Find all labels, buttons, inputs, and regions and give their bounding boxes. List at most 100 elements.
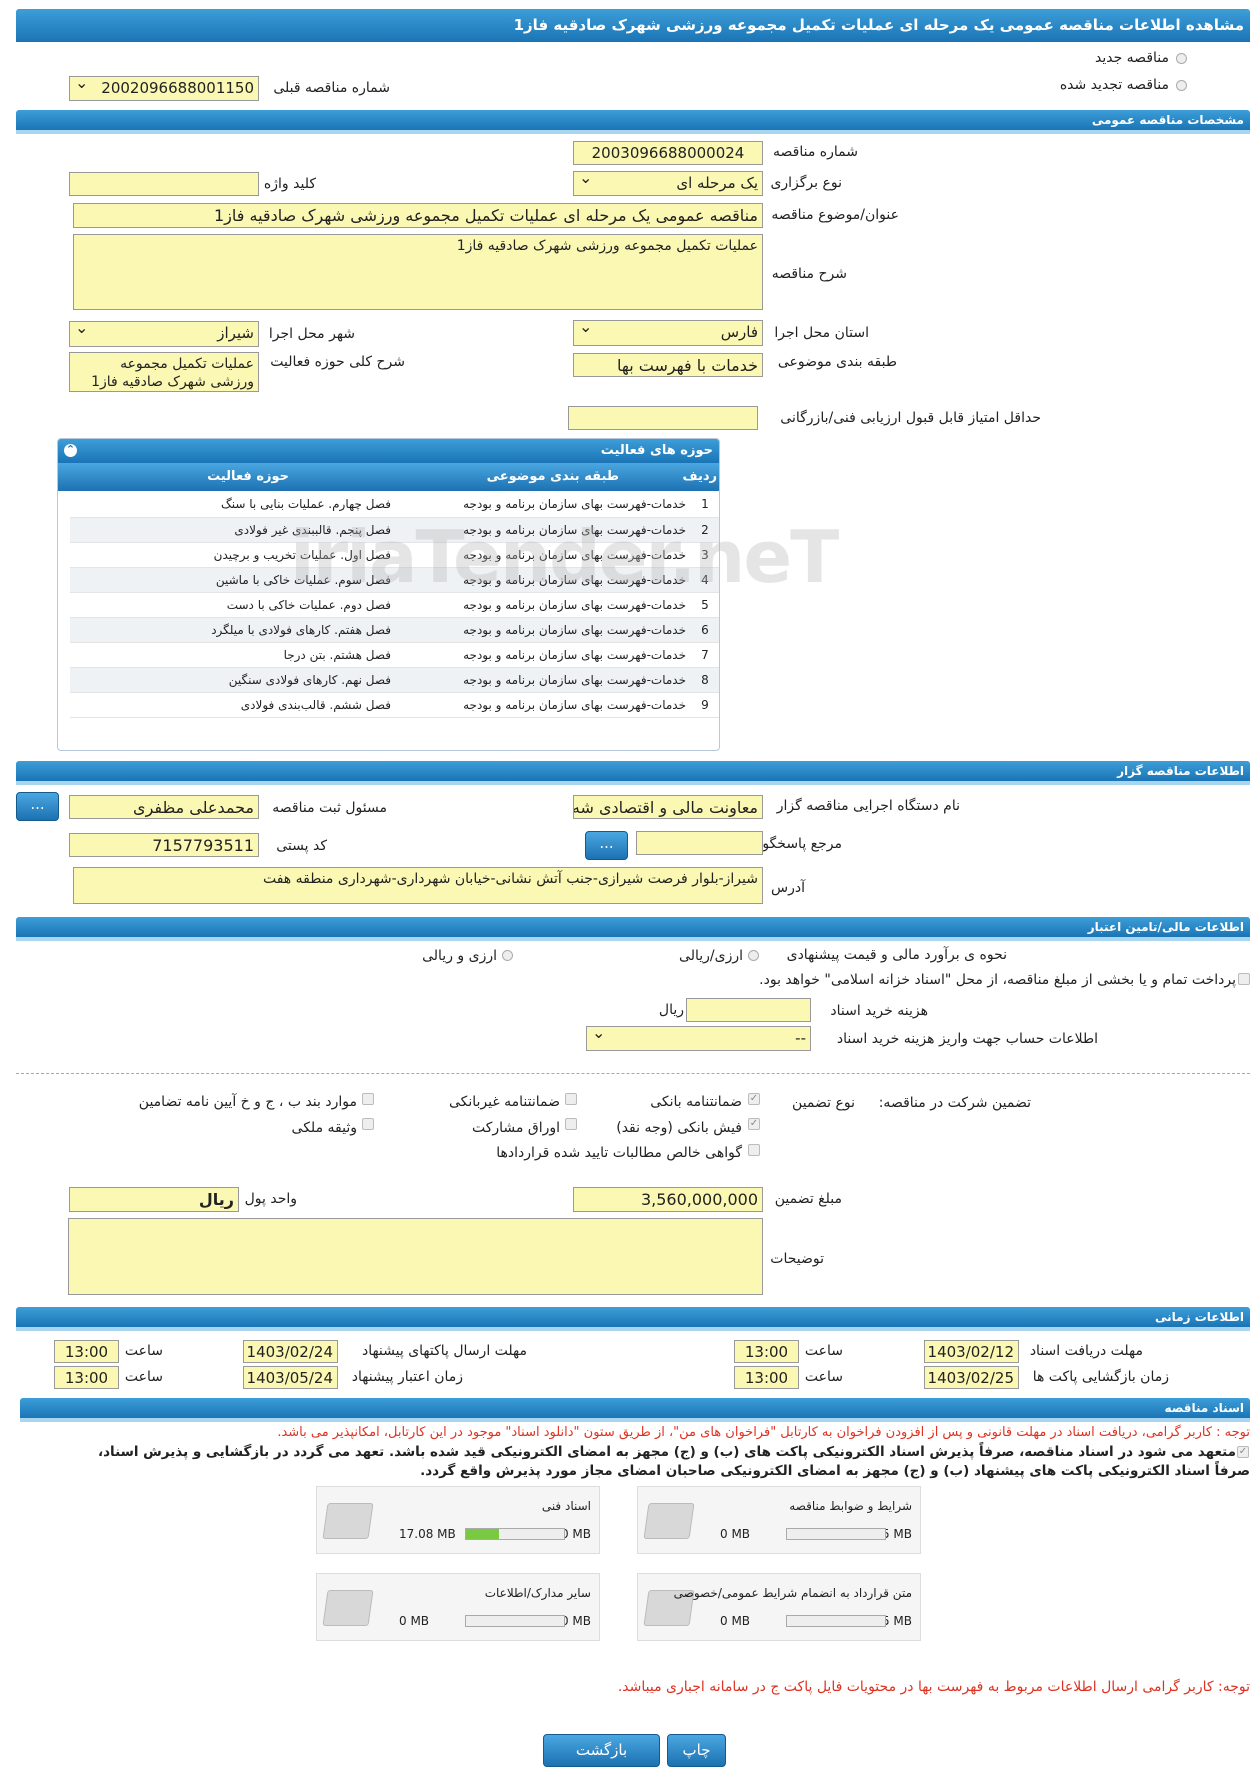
col-row-header[interactable]: ردیف [682, 469, 717, 484]
file-progress-bar [465, 1615, 565, 1627]
address-field[interactable]: شیراز-بلوار فرصت شیرازی-جنب آتش نشانی-خی… [73, 867, 763, 904]
submit-time-label: ساعت [124, 1343, 163, 1359]
row-activity: فصل پنجم. قالببندی غیر فولادی [70, 517, 395, 543]
commit-checkbox[interactable]: ✓ [1237, 1446, 1249, 1458]
document-file-card[interactable]: شرایط و ضوابط مناقصه 5 MB 0 MB [637, 1486, 921, 1554]
g-claims-label: گواهی خالص مطالبات تایید شده قراردادها [496, 1145, 742, 1161]
guarantee-type-label: نوع تضمین [792, 1095, 855, 1111]
account-select[interactable]: -- [586, 1026, 811, 1051]
g-property-checkbox[interactable] [362, 1118, 374, 1130]
keyword-field[interactable] [69, 172, 259, 196]
doc-receive-date[interactable]: 1403/02/12 [924, 1340, 1019, 1363]
row-activity: فصل هفتم. کارهای فولادی با میلگرد [70, 617, 395, 643]
g-claims-checkbox[interactable] [748, 1144, 760, 1156]
ref-more-button[interactable]: ... [585, 831, 628, 860]
min-score-field[interactable] [568, 406, 758, 430]
open-label: زمان بازگشایی پاکت ها [1032, 1369, 1169, 1385]
rial-radio[interactable] [748, 950, 759, 961]
submit-date[interactable]: 1403/02/24 [243, 1340, 338, 1363]
validity-date[interactable]: 1403/05/24 [243, 1366, 338, 1389]
currency-label: واحد پول [244, 1191, 297, 1207]
renewed-tender-radio[interactable] [1176, 80, 1187, 91]
document-file-card[interactable]: سایر مدارک/اطلاعات 50 MB 0 MB [316, 1573, 600, 1641]
category-label: طبقه بندی موضوعی [777, 354, 897, 370]
new-tender-label: مناقصه جدید [1094, 50, 1169, 66]
g-bylaw-label: موارد بند ب ، ج و خ آیین نامه تضامین [138, 1094, 357, 1110]
back-button[interactable]: بازگشت [543, 1734, 660, 1767]
general-section-header: مشخصات مناقصه عمومی [16, 110, 1250, 134]
city-select[interactable]: شیراز [69, 321, 259, 347]
table-row[interactable]: 1 خدمات-فهرست بهای سازمان برنامه و بودجه ف… [70, 492, 719, 518]
type-select[interactable]: یک مرحله ای [573, 171, 763, 196]
table-row[interactable]: 6 خدمات-فهرست بهای سازمان برنامه و بودجه ف… [70, 617, 719, 643]
table-row[interactable]: 5 خدمات-فهرست بهای سازمان برنامه و بودجه ف… [70, 592, 719, 618]
row-category: خدمات-فهرست بهای سازمان برنامه و بودجه [395, 692, 690, 718]
row-number: 6 [690, 617, 719, 643]
collapse-icon[interactable]: ⌃ [64, 444, 77, 457]
registrar-field[interactable]: محمدعلی مظفری [69, 795, 259, 819]
file-size: 0 MB [720, 1614, 751, 1628]
commit-line-1: متعهد می شود در اسناد مناقصه، صرفاً پذیر… [97, 1444, 1236, 1460]
row-number: 5 [690, 592, 719, 618]
open-date[interactable]: 1403/02/25 [924, 1366, 1019, 1389]
row-number: 7 [690, 642, 719, 668]
description-field[interactable]: عملیات تکمیل مجموعه ورزشی شهرک صادقیه فا… [73, 234, 763, 310]
g-bank-checkbox[interactable]: ✓ [748, 1093, 760, 1105]
table-row[interactable]: 9 خدمات-فهرست بهای سازمان برنامه و بودجه ف… [70, 692, 719, 718]
table-row[interactable]: 8 خدمات-فهرست بهای سازمان برنامه و بودجه ف… [70, 667, 719, 693]
table-row[interactable]: 4 خدمات-فهرست بهای سازمان برنامه و بودجه ف… [70, 567, 719, 593]
subject-field[interactable]: مناقصه عمومی یک مرحله ای عملیات تکمیل مج… [73, 203, 763, 228]
g-bonds-checkbox[interactable] [565, 1118, 577, 1130]
postal-field[interactable]: 7157793511 [69, 833, 259, 857]
g-nonbank-checkbox[interactable] [565, 1093, 577, 1105]
document-file-card[interactable]: متن قرارداد به انضمام شرایط عمومی/خصوصی 5… [637, 1573, 921, 1641]
table-row[interactable]: 7 خدمات-فهرست بهای سازمان برنامه و بودجه ف… [70, 642, 719, 668]
row-category: خدمات-فهرست بهای سازمان برنامه و بودجه [395, 617, 690, 643]
postal-label: کد پستی [276, 838, 327, 854]
file-name: اسناد فنی [541, 1499, 591, 1513]
col-category-header[interactable]: طبقه بندی موضوعی [487, 469, 619, 484]
ref-field[interactable] [636, 831, 763, 855]
amount-field[interactable]: 3,560,000,000 [573, 1187, 763, 1212]
new-tender-radio[interactable] [1176, 53, 1187, 64]
prev-number-select[interactable]: 2002096688001150 [69, 76, 259, 101]
open-time[interactable]: 13:00 [734, 1366, 799, 1389]
g-cheque-checkbox[interactable]: ✓ [748, 1118, 760, 1130]
currency-field[interactable]: ریال [69, 1187, 239, 1212]
file-size: 17.08 MB [399, 1527, 456, 1541]
submit-time[interactable]: 13:00 [54, 1340, 119, 1363]
table-row[interactable]: 2 خدمات-فهرست بهای سازمان برنامه و بودجه ف… [70, 517, 719, 543]
row-number: 3 [690, 542, 719, 568]
file-progress-bar [465, 1528, 565, 1540]
row-category: خدمات-فهرست بهای سازمان برنامه و بودجه [395, 642, 690, 668]
print-button[interactable]: چاپ [667, 1734, 726, 1767]
doc-receive-time[interactable]: 13:00 [734, 1340, 799, 1363]
treasury-checkbox[interactable] [1238, 973, 1250, 985]
fx-radio[interactable] [502, 950, 513, 961]
doc-fee-field[interactable] [686, 998, 811, 1022]
registrar-more-button[interactable]: ... [16, 792, 59, 821]
g-bylaw-checkbox[interactable] [362, 1093, 374, 1105]
commit-line-2: صرفاً اسناد الکترونیکی پاکت های پیشنهاد … [420, 1463, 1250, 1479]
org-field[interactable]: معاونت مالی و اقتصادی شه [573, 795, 763, 819]
scope-field[interactable]: عملیات تکمیل مجموعه ورزشی شهرک صادقیه فا… [69, 352, 259, 392]
description-label: شرح مناقصه [771, 266, 847, 282]
category-field[interactable]: خدمات با فهرست بها [573, 353, 763, 377]
table-row[interactable]: 3 خدمات-فهرست بهای سازمان برنامه و بودجه ف… [70, 542, 719, 568]
page-title: مشاهده اطلاعات مناقصه عمومی یک مرحله ای … [16, 9, 1250, 42]
row-number: 2 [690, 517, 719, 543]
col-activity-header[interactable]: حوزه فعالیت [207, 469, 289, 484]
row-category: خدمات-فهرست بهای سازمان برنامه و بودجه [395, 517, 690, 543]
row-activity: فصل اول. عملیات تخریب و برچیدن [70, 542, 395, 568]
tender-number-field[interactable]: 2003096688000024 [573, 141, 763, 165]
row-category: خدمات-فهرست بهای سازمان برنامه و بودجه [395, 492, 690, 518]
validity-time[interactable]: 13:00 [54, 1366, 119, 1389]
notes-field[interactable] [68, 1218, 763, 1295]
file-max: 5 MB [881, 1614, 912, 1628]
row-category: خدمات-فهرست بهای سازمان برنامه و بودجه [395, 592, 690, 618]
province-select[interactable]: فارس [573, 320, 763, 346]
file-max: 5 MB [881, 1527, 912, 1541]
row-number: 8 [690, 667, 719, 693]
tender-number-label: شماره مناقصه [773, 144, 858, 160]
document-file-card[interactable]: اسناد فنی 50 MB 17.08 MB [316, 1486, 600, 1554]
